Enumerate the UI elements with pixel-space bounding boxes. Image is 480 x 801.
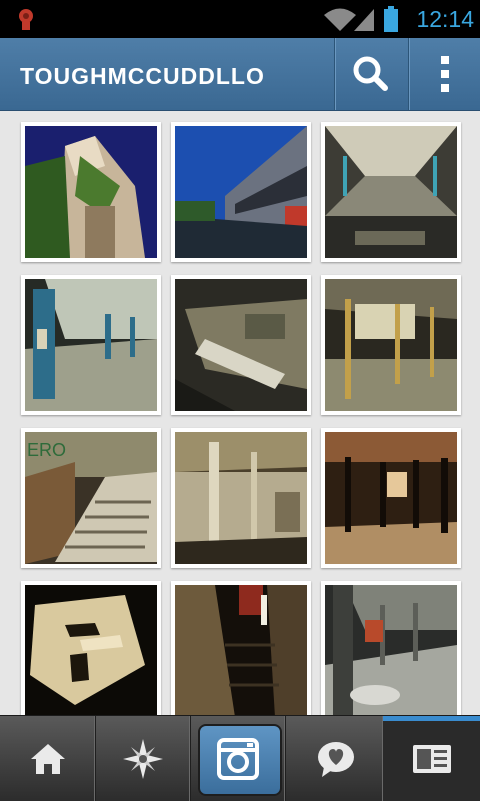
photo-image [175, 585, 307, 715]
photo-image [175, 432, 307, 564]
explore-icon [122, 738, 163, 779]
photo-image [325, 279, 457, 411]
photo-thumbnail[interactable] [21, 275, 161, 415]
username-title: TOUGHMCCUDDLLO [20, 63, 265, 89]
photo-thumbnail[interactable] [171, 122, 311, 262]
photo-thumbnail[interactable] [321, 275, 461, 415]
photo-thumbnail[interactable] [171, 275, 311, 415]
overflow-menu-icon [441, 56, 449, 92]
photo-thumbnail[interactable] [321, 122, 461, 262]
photo-image [175, 279, 307, 411]
profile-header: TOUGHMCCUDDLLO [0, 38, 480, 111]
photo-thumbnail[interactable] [21, 581, 161, 715]
photo-image [175, 126, 307, 258]
nav-explore-button[interactable] [95, 716, 191, 801]
photo-image: ERO [25, 432, 157, 564]
photo-image [325, 432, 457, 564]
search-button[interactable] [334, 38, 407, 110]
photo-thumbnail[interactable] [21, 122, 161, 262]
nav-news-button[interactable] [288, 716, 384, 801]
photo-grid: ERO [0, 111, 480, 715]
bottom-navigation [0, 715, 480, 801]
battery-icon [382, 5, 400, 33]
active-tab-indicator [383, 716, 480, 721]
overflow-menu-button[interactable] [408, 38, 480, 110]
photo-image [325, 585, 457, 715]
status-bar: 12:14 [0, 0, 480, 38]
photo-thumbnail[interactable] [321, 581, 461, 715]
home-icon [30, 743, 65, 774]
status-clock: 12:14 [416, 6, 474, 32]
search-icon [353, 56, 388, 91]
photo-image [25, 585, 157, 715]
photo-thumbnail[interactable]: ERO [21, 428, 161, 568]
photo-image [325, 126, 457, 258]
photo-image [25, 279, 157, 411]
photo-thumbnail[interactable] [171, 581, 311, 715]
photo-thumbnail[interactable] [321, 428, 461, 568]
notification-icon [14, 6, 38, 32]
photo-image [25, 126, 157, 258]
nav-profile-button[interactable] [383, 716, 480, 801]
profile-icon [412, 744, 451, 773]
camera-icon [216, 737, 259, 780]
news-icon [317, 741, 354, 777]
signal-icon [352, 6, 376, 32]
photo-thumbnail[interactable] [171, 428, 311, 568]
svg-text:ERO: ERO [27, 440, 66, 460]
nav-home-button[interactable] [0, 716, 96, 801]
nav-camera-button[interactable] [190, 716, 286, 801]
